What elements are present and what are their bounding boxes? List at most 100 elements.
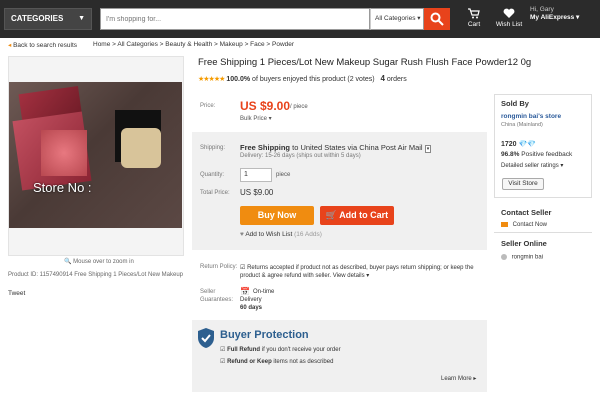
full-refund-text: if you don't receive your order <box>261 347 341 353</box>
wish-list-label: Wish List <box>495 21 523 28</box>
check-icon: ☑ <box>220 347 226 353</box>
orders-count: 4 <box>380 74 385 83</box>
sold-by-heading: Sold By <box>501 99 529 108</box>
add-to-cart-button[interactable]: 🛒 Add to Cart <box>320 206 394 225</box>
seller-guarantees-label-1: Seller <box>200 289 216 295</box>
detailed-ratings-link[interactable]: Detailed seller ratings ▾ <box>501 162 563 169</box>
price-unit: / piece <box>290 104 308 110</box>
refund-or-keep-label: Refund or Keep <box>227 359 272 365</box>
envelope-icon <box>501 222 508 227</box>
quantity-input[interactable]: 1 <box>240 168 272 182</box>
seller-online-heading: Seller Online <box>501 239 547 248</box>
store-watermark: Store No : <box>33 180 92 195</box>
heart-icon: ♥ <box>240 231 244 238</box>
rating-percent: 100.0% <box>226 76 251 83</box>
seller-score-value: 1720 <box>501 141 517 148</box>
on-time-days: 60 days <box>240 305 263 311</box>
heart-icon <box>503 8 515 18</box>
add-to-cart-label: Add to Cart <box>339 210 389 220</box>
rating-row: ★★★★★ 100.0% of buyers enjoyed this prod… <box>198 74 407 83</box>
my-aliexpress-label: My AliExpress <box>530 14 575 21</box>
bulk-price-link[interactable]: Bulk Price ▾ <box>240 115 272 122</box>
refund-or-keep-text: items not as described <box>273 359 334 365</box>
greeting: Hi, Gary <box>530 6 554 13</box>
back-arrow-icon: ◂ <box>8 42 12 49</box>
seller-location: China (Mainland) <box>501 122 543 128</box>
seller-guarantee: 📅 On-time Delivery 60 days <box>240 288 285 312</box>
magnifier-icon: 🔍 <box>64 259 72 265</box>
my-aliexpress-menu[interactable]: Hi, Gary My AliExpress ▾ <box>530 6 596 21</box>
cart-button[interactable]: Cart <box>461 8 487 28</box>
total-price-label: Total Price: <box>200 190 230 196</box>
shipping-info: Free Shipping to United States via China… <box>240 143 432 153</box>
diamond-icon: 💎💎 <box>518 141 536 148</box>
zoom-hint: 🔍 Mouse over to zoom in <box>64 258 134 265</box>
search-category-label: All Categories <box>375 15 416 22</box>
buyer-protection-title: Buyer Protection <box>220 329 309 341</box>
breadcrumb[interactable]: Home > All Categories > Beauty & Health … <box>93 41 294 48</box>
visit-store-button[interactable]: Visit Store <box>502 178 544 190</box>
total-price-value: US $9.00 <box>240 188 274 197</box>
back-to-results-link[interactable]: ◂ Back to search results <box>8 41 77 49</box>
search-input[interactable] <box>101 9 369 29</box>
return-policy-label: Return Policy: <box>200 264 238 270</box>
full-refund-label: Full Refund <box>227 347 261 353</box>
chevron-down-icon: ▼ <box>78 15 85 22</box>
cart-icon <box>468 8 480 19</box>
back-to-results-label: Back to search results <box>13 42 78 49</box>
contact-now-link[interactable]: Contact Now <box>501 222 547 228</box>
blush-powder-image <box>41 130 87 176</box>
contact-seller-heading: Contact Seller <box>501 208 552 217</box>
seller-online-link[interactable]: rongmin bai <box>501 254 543 261</box>
search-category-select[interactable]: All Categories ▾ <box>370 8 424 30</box>
product-id: Product ID: 1157490914 Free Shipping 1 P… <box>8 272 183 278</box>
store-name-link[interactable]: rongmin bai's store <box>501 113 561 120</box>
seller-guarantees-label: Seller Guarantees: <box>200 288 233 304</box>
seller-score: 1720 💎💎 <box>501 140 536 148</box>
learn-more-link[interactable]: Learn More ▸ <box>441 375 476 382</box>
shipping-label: Shipping: <box>200 145 226 151</box>
contact-now-label: Contact Now <box>512 222 548 229</box>
shipping-destination: to United States via China Post Air Mail <box>292 143 423 152</box>
shipping-dropdown-icon[interactable]: ▾ <box>424 145 432 153</box>
categories-menu[interactable]: CATEGORIES ▼ <box>4 8 92 30</box>
seller-online-name: rongmin bai <box>511 254 544 261</box>
rating-text[interactable]: of buyers enjoyed this product (2 votes) <box>252 76 375 83</box>
checkbox-icon: ☑ <box>240 265 246 271</box>
refund-or-keep-item: ☑ Refund or Keep items not as described <box>220 358 333 365</box>
add-to-wish-list-link[interactable]: ♥ Add to Wish List (16 Adds) <box>240 231 322 238</box>
search-field[interactable] <box>100 8 370 30</box>
calendar-icon: 📅 <box>240 287 250 296</box>
quantity-unit: piece <box>276 172 291 178</box>
divider <box>494 232 592 233</box>
seller-guarantees-label-2: Guarantees: <box>200 297 234 303</box>
product-image[interactable]: Store No : <box>9 82 182 228</box>
feedback-percent: 96.8% <box>501 151 520 158</box>
shield-icon <box>197 327 215 351</box>
zoom-hint-label: Mouse over to zoom in <box>73 259 134 265</box>
orders-label: orders <box>386 76 407 83</box>
powder-puff-image <box>121 128 161 168</box>
view-details-link[interactable]: View details ▾ <box>333 273 370 279</box>
star-rating-icon: ★★★★★ <box>198 76 225 83</box>
free-shipping: Free Shipping <box>240 143 291 152</box>
tweet-link[interactable]: Tweet <box>8 290 25 297</box>
wish-count: (16 Adds) <box>294 231 322 238</box>
feedback-label: Positive feedback <box>521 151 573 158</box>
search-icon <box>430 12 444 26</box>
categories-label: CATEGORIES <box>11 14 64 23</box>
status-icon <box>501 254 507 260</box>
buy-now-button[interactable]: Buy Now <box>240 206 314 225</box>
add-to-wish-list-label: Add to Wish List <box>245 231 293 238</box>
search-button[interactable] <box>424 8 450 30</box>
return-policy-text: ☑ Returns accepted if product not as des… <box>240 264 482 280</box>
positive-feedback: 96.8% Positive feedback <box>501 151 572 158</box>
cart-icon: 🛒 <box>325 210 338 220</box>
delivery-estimate: Delivery: 15-26 days (ships out within 5… <box>240 153 361 159</box>
price-label: Price: <box>200 103 216 109</box>
price-value: US $9.00 <box>240 99 291 113</box>
full-refund-item: ☑ Full Refund if you don't receive your … <box>220 346 341 353</box>
product-title: Free Shipping 1 Pieces/Lot New Makeup Su… <box>198 57 532 68</box>
quantity-label: Quantity: <box>200 172 225 178</box>
wish-list-button[interactable]: Wish List <box>492 8 526 28</box>
